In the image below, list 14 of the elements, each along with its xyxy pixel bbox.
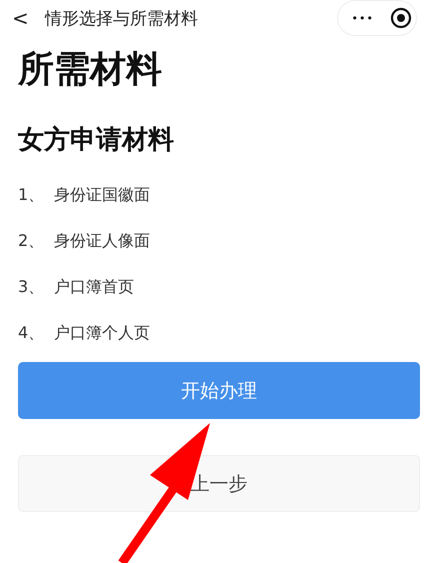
item-number: 4、 <box>18 322 44 344</box>
item-number: 2、 <box>18 230 44 252</box>
material-label: 户口簿首页 <box>54 276 134 298</box>
section-title: 女方申请材料 <box>18 124 175 157</box>
item-number: 1、 <box>18 184 44 206</box>
back-button[interactable]: < <box>8 6 37 30</box>
material-label: 身份证国徽面 <box>54 184 150 206</box>
item-number: 3、 <box>18 276 44 298</box>
nav-title: 情形选择与所需材料 <box>44 8 199 30</box>
material-label: 户口簿个人页 <box>54 322 150 344</box>
more-button[interactable]: ••• <box>352 12 374 24</box>
target-icon[interactable] <box>390 7 412 29</box>
material-label: 身份证人像面 <box>54 230 150 252</box>
page-title: 所需材料 <box>18 48 163 92</box>
